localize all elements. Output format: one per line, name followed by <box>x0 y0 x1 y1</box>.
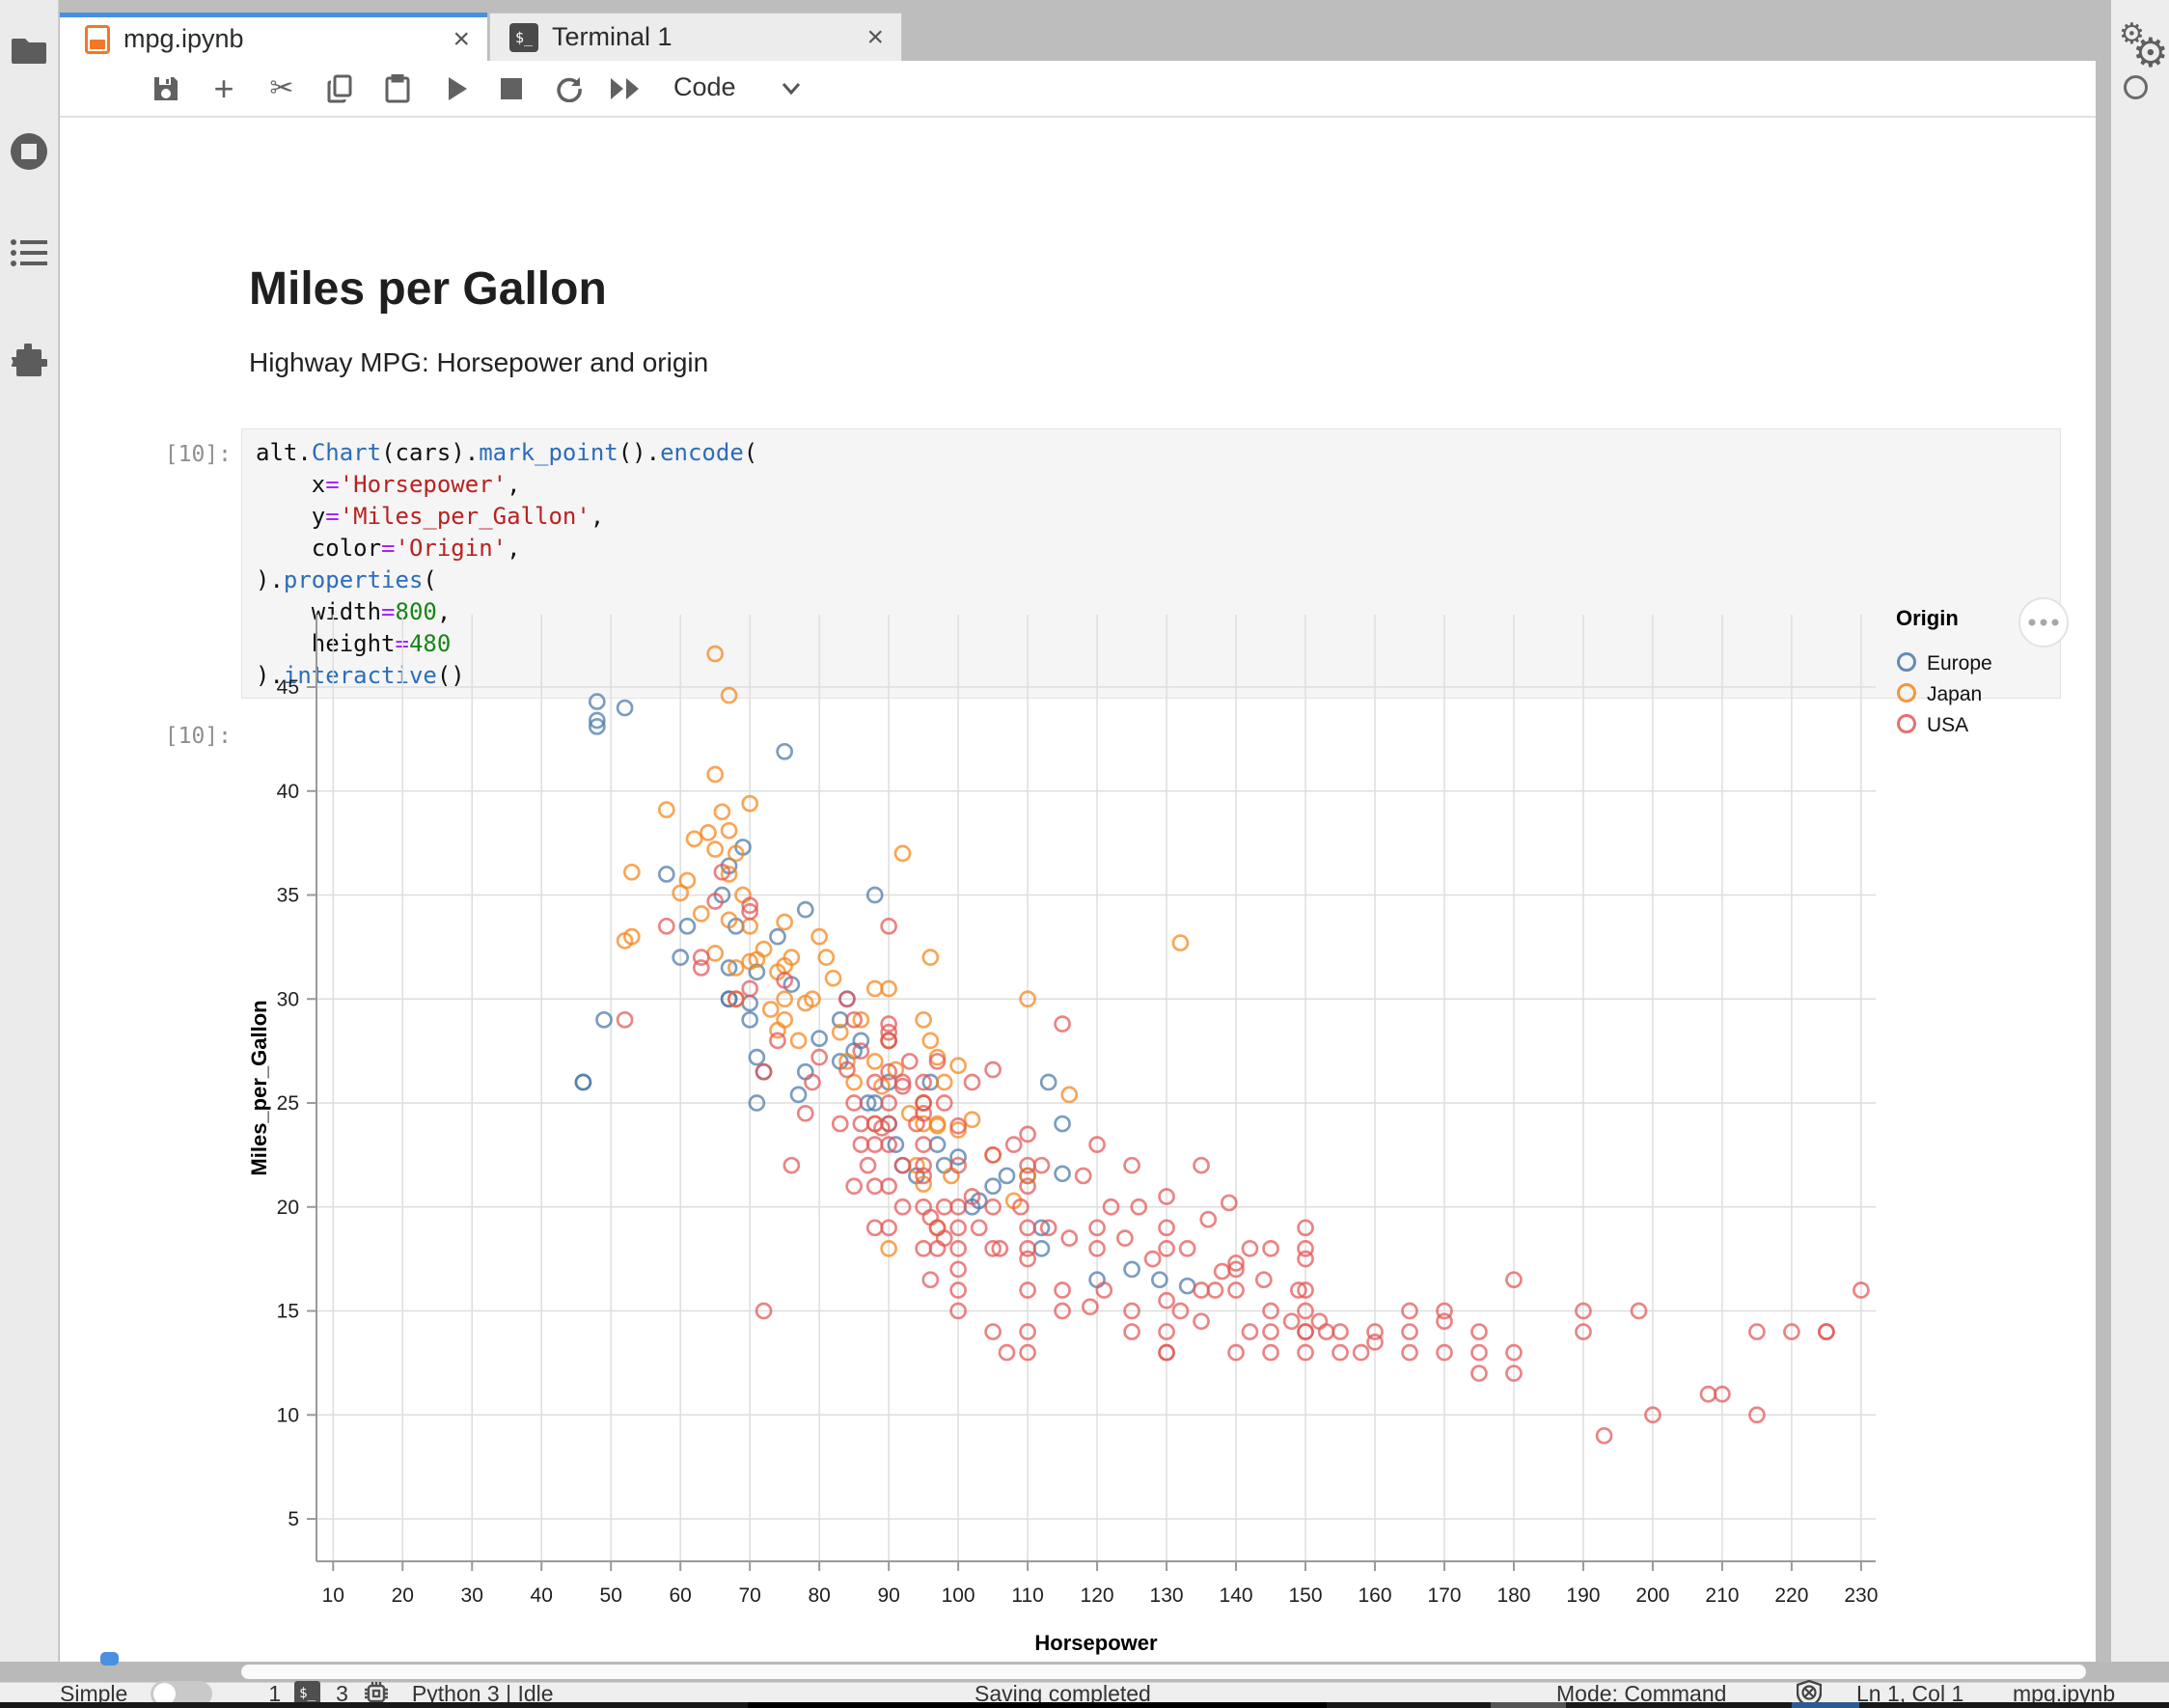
svg-text:5: 5 <box>288 1508 299 1530</box>
svg-text:50: 50 <box>600 1584 622 1607</box>
svg-text:Europe: Europe <box>1927 652 1992 675</box>
svg-text:140: 140 <box>1220 1584 1253 1607</box>
screen-bottom-strip <box>0 1702 2169 1708</box>
svg-text:Miles_per_Gallon: Miles_per_Gallon <box>247 1000 271 1175</box>
table-of-contents-icon[interactable] <box>0 237 58 273</box>
svg-text:60: 60 <box>670 1584 692 1607</box>
svg-text:200: 200 <box>1635 1584 1669 1607</box>
svg-text:40: 40 <box>531 1584 553 1607</box>
svg-text:90: 90 <box>877 1584 899 1607</box>
folder-icon[interactable] <box>0 35 58 69</box>
svg-text:190: 190 <box>1566 1584 1600 1607</box>
left-activity-bar <box>0 0 59 1682</box>
svg-text:100: 100 <box>942 1584 975 1607</box>
tab-label: Terminal 1 <box>552 22 673 52</box>
svg-text:160: 160 <box>1358 1584 1391 1607</box>
svg-text:180: 180 <box>1496 1584 1530 1607</box>
extensions-icon[interactable] <box>0 344 58 385</box>
close-icon[interactable]: × <box>866 21 884 54</box>
svg-text:15: 15 <box>277 1301 299 1323</box>
svg-text:10: 10 <box>277 1404 299 1426</box>
svg-text:40: 40 <box>277 781 299 803</box>
cut-icon[interactable]: ✂ <box>261 61 303 116</box>
terminal-icon: $_ <box>509 23 538 52</box>
svg-text:170: 170 <box>1427 1584 1461 1607</box>
svg-text:35: 35 <box>277 885 299 907</box>
chevron-down-icon[interactable] <box>780 76 803 104</box>
svg-text:130: 130 <box>1150 1584 1184 1607</box>
svg-text:70: 70 <box>738 1584 760 1607</box>
stop-icon[interactable] <box>490 61 533 116</box>
horizontal-scrollbar[interactable] <box>241 1665 2086 1679</box>
status-bar: Simple 1 $_ 3 Python 3 | Idle Saving com… <box>0 1682 2169 1704</box>
tab-terminal[interactable]: $_ Terminal 1 × <box>489 13 902 61</box>
tab-label: mpg.ipynb <box>124 24 244 54</box>
running-kernels-icon[interactable] <box>0 131 58 177</box>
notebook-icon <box>85 25 110 54</box>
vertical-scrollbar-gutter[interactable] <box>2096 0 2111 1682</box>
run-all-icon[interactable] <box>604 61 646 116</box>
svg-text:230: 230 <box>1844 1584 1878 1607</box>
svg-text:10: 10 <box>322 1584 344 1607</box>
close-icon[interactable]: × <box>453 23 470 56</box>
svg-text:20: 20 <box>277 1197 299 1219</box>
svg-text:210: 210 <box>1705 1584 1739 1607</box>
svg-text:45: 45 <box>277 676 299 699</box>
notebook-panel: Miles per Gallon Highway MPG: Horsepower… <box>60 118 2096 1662</box>
cell-output: 10 20 30 40 50 60 70 80 90 100 110 120 130 140 150 160 1… <box>241 118 2084 1662</box>
output-prompt: [10]: <box>125 724 232 749</box>
svg-text:Origin: Origin <box>1896 606 1959 630</box>
run-icon[interactable] <box>436 61 479 116</box>
svg-text:110: 110 <box>1011 1584 1043 1607</box>
mpg-scatter-chart[interactable]: 10 20 30 40 50 60 70 80 90 100 110 120 130 140 150 160 1… <box>241 118 2084 1662</box>
notebook-toolbar: + ✂ Code Python 3 <box>60 61 2096 118</box>
active-cell-indicator[interactable] <box>100 1652 119 1666</box>
svg-text:220: 220 <box>1774 1584 1808 1607</box>
svg-text:Horsepower: Horsepower <box>1034 1631 1158 1655</box>
svg-text:80: 80 <box>808 1584 830 1607</box>
svg-text:30: 30 <box>277 988 299 1010</box>
add-cell-icon[interactable]: + <box>203 61 245 116</box>
cell-type-dropdown[interactable]: Code <box>673 72 736 102</box>
svg-text:120: 120 <box>1081 1584 1114 1607</box>
svg-text:30: 30 <box>461 1584 483 1607</box>
right-sidebar: ⚙⚙ <box>2111 0 2169 1682</box>
copy-icon[interactable] <box>318 61 361 116</box>
svg-text:25: 25 <box>277 1092 299 1115</box>
paste-icon[interactable] <box>376 61 419 116</box>
svg-text:Japan: Japan <box>1927 683 1982 705</box>
save-icon[interactable] <box>145 61 187 116</box>
svg-text:150: 150 <box>1289 1584 1323 1607</box>
svg-text:USA: USA <box>1927 714 1968 736</box>
svg-text:20: 20 <box>392 1584 414 1607</box>
kernel-status-icon[interactable] <box>2124 75 2148 99</box>
restart-icon[interactable] <box>548 61 590 116</box>
tab-notebook[interactable]: mpg.ipynb × <box>60 13 487 61</box>
input-prompt: [10]: <box>125 442 232 467</box>
